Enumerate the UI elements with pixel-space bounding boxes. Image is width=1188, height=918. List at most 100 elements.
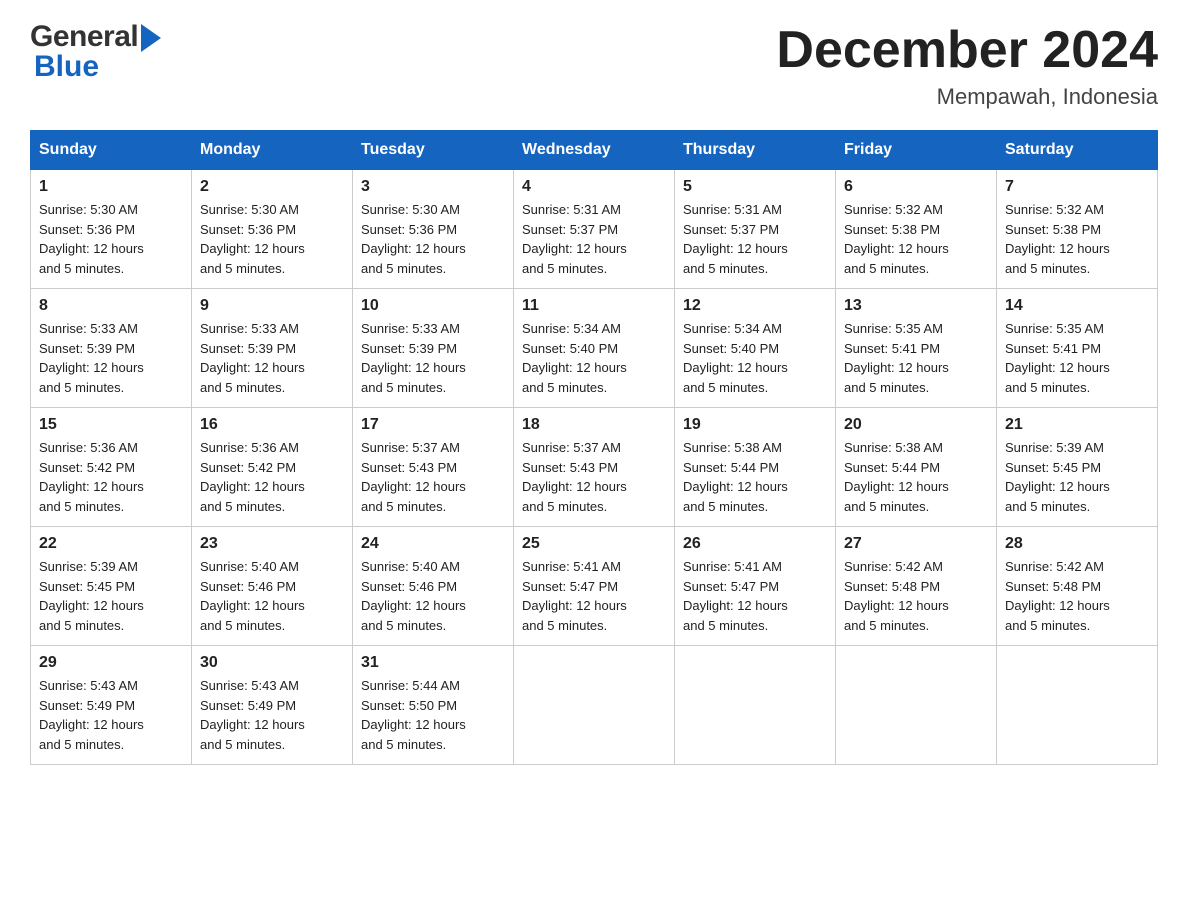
- calendar-cell: 16 Sunrise: 5:36 AMSunset: 5:42 PMDaylig…: [192, 408, 353, 527]
- calendar-week-5: 29 Sunrise: 5:43 AMSunset: 5:49 PMDaylig…: [31, 646, 1158, 765]
- calendar-cell: [997, 646, 1158, 765]
- calendar-cell: 23 Sunrise: 5:40 AMSunset: 5:46 PMDaylig…: [192, 527, 353, 646]
- logo-blue-text: Blue: [34, 50, 161, 84]
- calendar-cell: 1 Sunrise: 5:30 AMSunset: 5:36 PMDayligh…: [31, 170, 192, 289]
- day-info: Sunrise: 5:34 AMSunset: 5:40 PMDaylight:…: [683, 319, 827, 397]
- calendar-cell: 31 Sunrise: 5:44 AMSunset: 5:50 PMDaylig…: [353, 646, 514, 765]
- calendar-cell: [836, 646, 997, 765]
- day-info: Sunrise: 5:35 AMSunset: 5:41 PMDaylight:…: [1005, 319, 1149, 397]
- calendar-cell: 28 Sunrise: 5:42 AMSunset: 5:48 PMDaylig…: [997, 527, 1158, 646]
- day-number: 18: [522, 416, 666, 434]
- day-info: Sunrise: 5:33 AMSunset: 5:39 PMDaylight:…: [39, 319, 183, 397]
- day-number: 23: [200, 535, 344, 553]
- day-info: Sunrise: 5:41 AMSunset: 5:47 PMDaylight:…: [683, 557, 827, 635]
- day-info: Sunrise: 5:32 AMSunset: 5:38 PMDaylight:…: [1005, 200, 1149, 278]
- page-header: General Blue December 2024 Mempawah, Ind…: [30, 20, 1158, 110]
- calendar-week-4: 22 Sunrise: 5:39 AMSunset: 5:45 PMDaylig…: [31, 527, 1158, 646]
- day-info: Sunrise: 5:37 AMSunset: 5:43 PMDaylight:…: [522, 438, 666, 516]
- day-info: Sunrise: 5:42 AMSunset: 5:48 PMDaylight:…: [1005, 557, 1149, 635]
- calendar-cell: [514, 646, 675, 765]
- day-number: 4: [522, 178, 666, 196]
- day-info: Sunrise: 5:33 AMSunset: 5:39 PMDaylight:…: [361, 319, 505, 397]
- calendar-cell: 27 Sunrise: 5:42 AMSunset: 5:48 PMDaylig…: [836, 527, 997, 646]
- calendar-cell: 7 Sunrise: 5:32 AMSunset: 5:38 PMDayligh…: [997, 170, 1158, 289]
- calendar-cell: 2 Sunrise: 5:30 AMSunset: 5:36 PMDayligh…: [192, 170, 353, 289]
- calendar-cell: 21 Sunrise: 5:39 AMSunset: 5:45 PMDaylig…: [997, 408, 1158, 527]
- day-info: Sunrise: 5:43 AMSunset: 5:49 PMDaylight:…: [39, 676, 183, 754]
- day-number: 29: [39, 654, 183, 672]
- day-number: 30: [200, 654, 344, 672]
- calendar-cell: 15 Sunrise: 5:36 AMSunset: 5:42 PMDaylig…: [31, 408, 192, 527]
- day-number: 8: [39, 297, 183, 315]
- day-info: Sunrise: 5:42 AMSunset: 5:48 PMDaylight:…: [844, 557, 988, 635]
- logo-general-text: General: [30, 20, 138, 54]
- day-info: Sunrise: 5:37 AMSunset: 5:43 PMDaylight:…: [361, 438, 505, 516]
- calendar-cell: 12 Sunrise: 5:34 AMSunset: 5:40 PMDaylig…: [675, 289, 836, 408]
- day-number: 6: [844, 178, 988, 196]
- day-info: Sunrise: 5:35 AMSunset: 5:41 PMDaylight:…: [844, 319, 988, 397]
- calendar-cell: 17 Sunrise: 5:37 AMSunset: 5:43 PMDaylig…: [353, 408, 514, 527]
- calendar-week-2: 8 Sunrise: 5:33 AMSunset: 5:39 PMDayligh…: [31, 289, 1158, 408]
- day-number: 14: [1005, 297, 1149, 315]
- day-number: 16: [200, 416, 344, 434]
- calendar-cell: 8 Sunrise: 5:33 AMSunset: 5:39 PMDayligh…: [31, 289, 192, 408]
- day-info: Sunrise: 5:34 AMSunset: 5:40 PMDaylight:…: [522, 319, 666, 397]
- day-info: Sunrise: 5:43 AMSunset: 5:49 PMDaylight:…: [200, 676, 344, 754]
- calendar-cell: 19 Sunrise: 5:38 AMSunset: 5:44 PMDaylig…: [675, 408, 836, 527]
- day-number: 28: [1005, 535, 1149, 553]
- header-tuesday: Tuesday: [353, 131, 514, 170]
- calendar-cell: 20 Sunrise: 5:38 AMSunset: 5:44 PMDaylig…: [836, 408, 997, 527]
- day-info: Sunrise: 5:36 AMSunset: 5:42 PMDaylight:…: [200, 438, 344, 516]
- calendar-cell: 25 Sunrise: 5:41 AMSunset: 5:47 PMDaylig…: [514, 527, 675, 646]
- day-info: Sunrise: 5:33 AMSunset: 5:39 PMDaylight:…: [200, 319, 344, 397]
- day-number: 19: [683, 416, 827, 434]
- calendar-cell: [675, 646, 836, 765]
- logo: General Blue: [30, 20, 161, 84]
- day-info: Sunrise: 5:31 AMSunset: 5:37 PMDaylight:…: [522, 200, 666, 278]
- header-sunday: Sunday: [31, 131, 192, 170]
- day-number: 13: [844, 297, 988, 315]
- header-thursday: Thursday: [675, 131, 836, 170]
- day-info: Sunrise: 5:40 AMSunset: 5:46 PMDaylight:…: [200, 557, 344, 635]
- day-number: 27: [844, 535, 988, 553]
- day-info: Sunrise: 5:39 AMSunset: 5:45 PMDaylight:…: [1005, 438, 1149, 516]
- calendar-cell: 29 Sunrise: 5:43 AMSunset: 5:49 PMDaylig…: [31, 646, 192, 765]
- header-wednesday: Wednesday: [514, 131, 675, 170]
- day-number: 20: [844, 416, 988, 434]
- logo-arrow-icon: [141, 24, 161, 52]
- calendar-cell: 5 Sunrise: 5:31 AMSunset: 5:37 PMDayligh…: [675, 170, 836, 289]
- day-info: Sunrise: 5:30 AMSunset: 5:36 PMDaylight:…: [200, 200, 344, 278]
- calendar-cell: 30 Sunrise: 5:43 AMSunset: 5:49 PMDaylig…: [192, 646, 353, 765]
- page-subtitle: Mempawah, Indonesia: [776, 84, 1158, 110]
- day-info: Sunrise: 5:44 AMSunset: 5:50 PMDaylight:…: [361, 676, 505, 754]
- day-number: 2: [200, 178, 344, 196]
- day-info: Sunrise: 5:31 AMSunset: 5:37 PMDaylight:…: [683, 200, 827, 278]
- day-number: 21: [1005, 416, 1149, 434]
- day-info: Sunrise: 5:38 AMSunset: 5:44 PMDaylight:…: [844, 438, 988, 516]
- header-monday: Monday: [192, 131, 353, 170]
- calendar-table: SundayMondayTuesdayWednesdayThursdayFrid…: [30, 130, 1158, 765]
- day-info: Sunrise: 5:41 AMSunset: 5:47 PMDaylight:…: [522, 557, 666, 635]
- calendar-cell: 14 Sunrise: 5:35 AMSunset: 5:41 PMDaylig…: [997, 289, 1158, 408]
- calendar-cell: 3 Sunrise: 5:30 AMSunset: 5:36 PMDayligh…: [353, 170, 514, 289]
- calendar-cell: 24 Sunrise: 5:40 AMSunset: 5:46 PMDaylig…: [353, 527, 514, 646]
- calendar-header-row: SundayMondayTuesdayWednesdayThursdayFrid…: [31, 131, 1158, 170]
- day-number: 9: [200, 297, 344, 315]
- calendar-cell: 26 Sunrise: 5:41 AMSunset: 5:47 PMDaylig…: [675, 527, 836, 646]
- day-info: Sunrise: 5:30 AMSunset: 5:36 PMDaylight:…: [39, 200, 183, 278]
- calendar-week-1: 1 Sunrise: 5:30 AMSunset: 5:36 PMDayligh…: [31, 170, 1158, 289]
- day-info: Sunrise: 5:38 AMSunset: 5:44 PMDaylight:…: [683, 438, 827, 516]
- day-number: 10: [361, 297, 505, 315]
- page-title: December 2024: [776, 20, 1158, 80]
- calendar-cell: 22 Sunrise: 5:39 AMSunset: 5:45 PMDaylig…: [31, 527, 192, 646]
- title-block: December 2024 Mempawah, Indonesia: [776, 20, 1158, 110]
- day-info: Sunrise: 5:39 AMSunset: 5:45 PMDaylight:…: [39, 557, 183, 635]
- day-number: 22: [39, 535, 183, 553]
- calendar-week-3: 15 Sunrise: 5:36 AMSunset: 5:42 PMDaylig…: [31, 408, 1158, 527]
- calendar-cell: 13 Sunrise: 5:35 AMSunset: 5:41 PMDaylig…: [836, 289, 997, 408]
- day-number: 17: [361, 416, 505, 434]
- calendar-cell: 4 Sunrise: 5:31 AMSunset: 5:37 PMDayligh…: [514, 170, 675, 289]
- day-info: Sunrise: 5:32 AMSunset: 5:38 PMDaylight:…: [844, 200, 988, 278]
- calendar-cell: 6 Sunrise: 5:32 AMSunset: 5:38 PMDayligh…: [836, 170, 997, 289]
- header-saturday: Saturday: [997, 131, 1158, 170]
